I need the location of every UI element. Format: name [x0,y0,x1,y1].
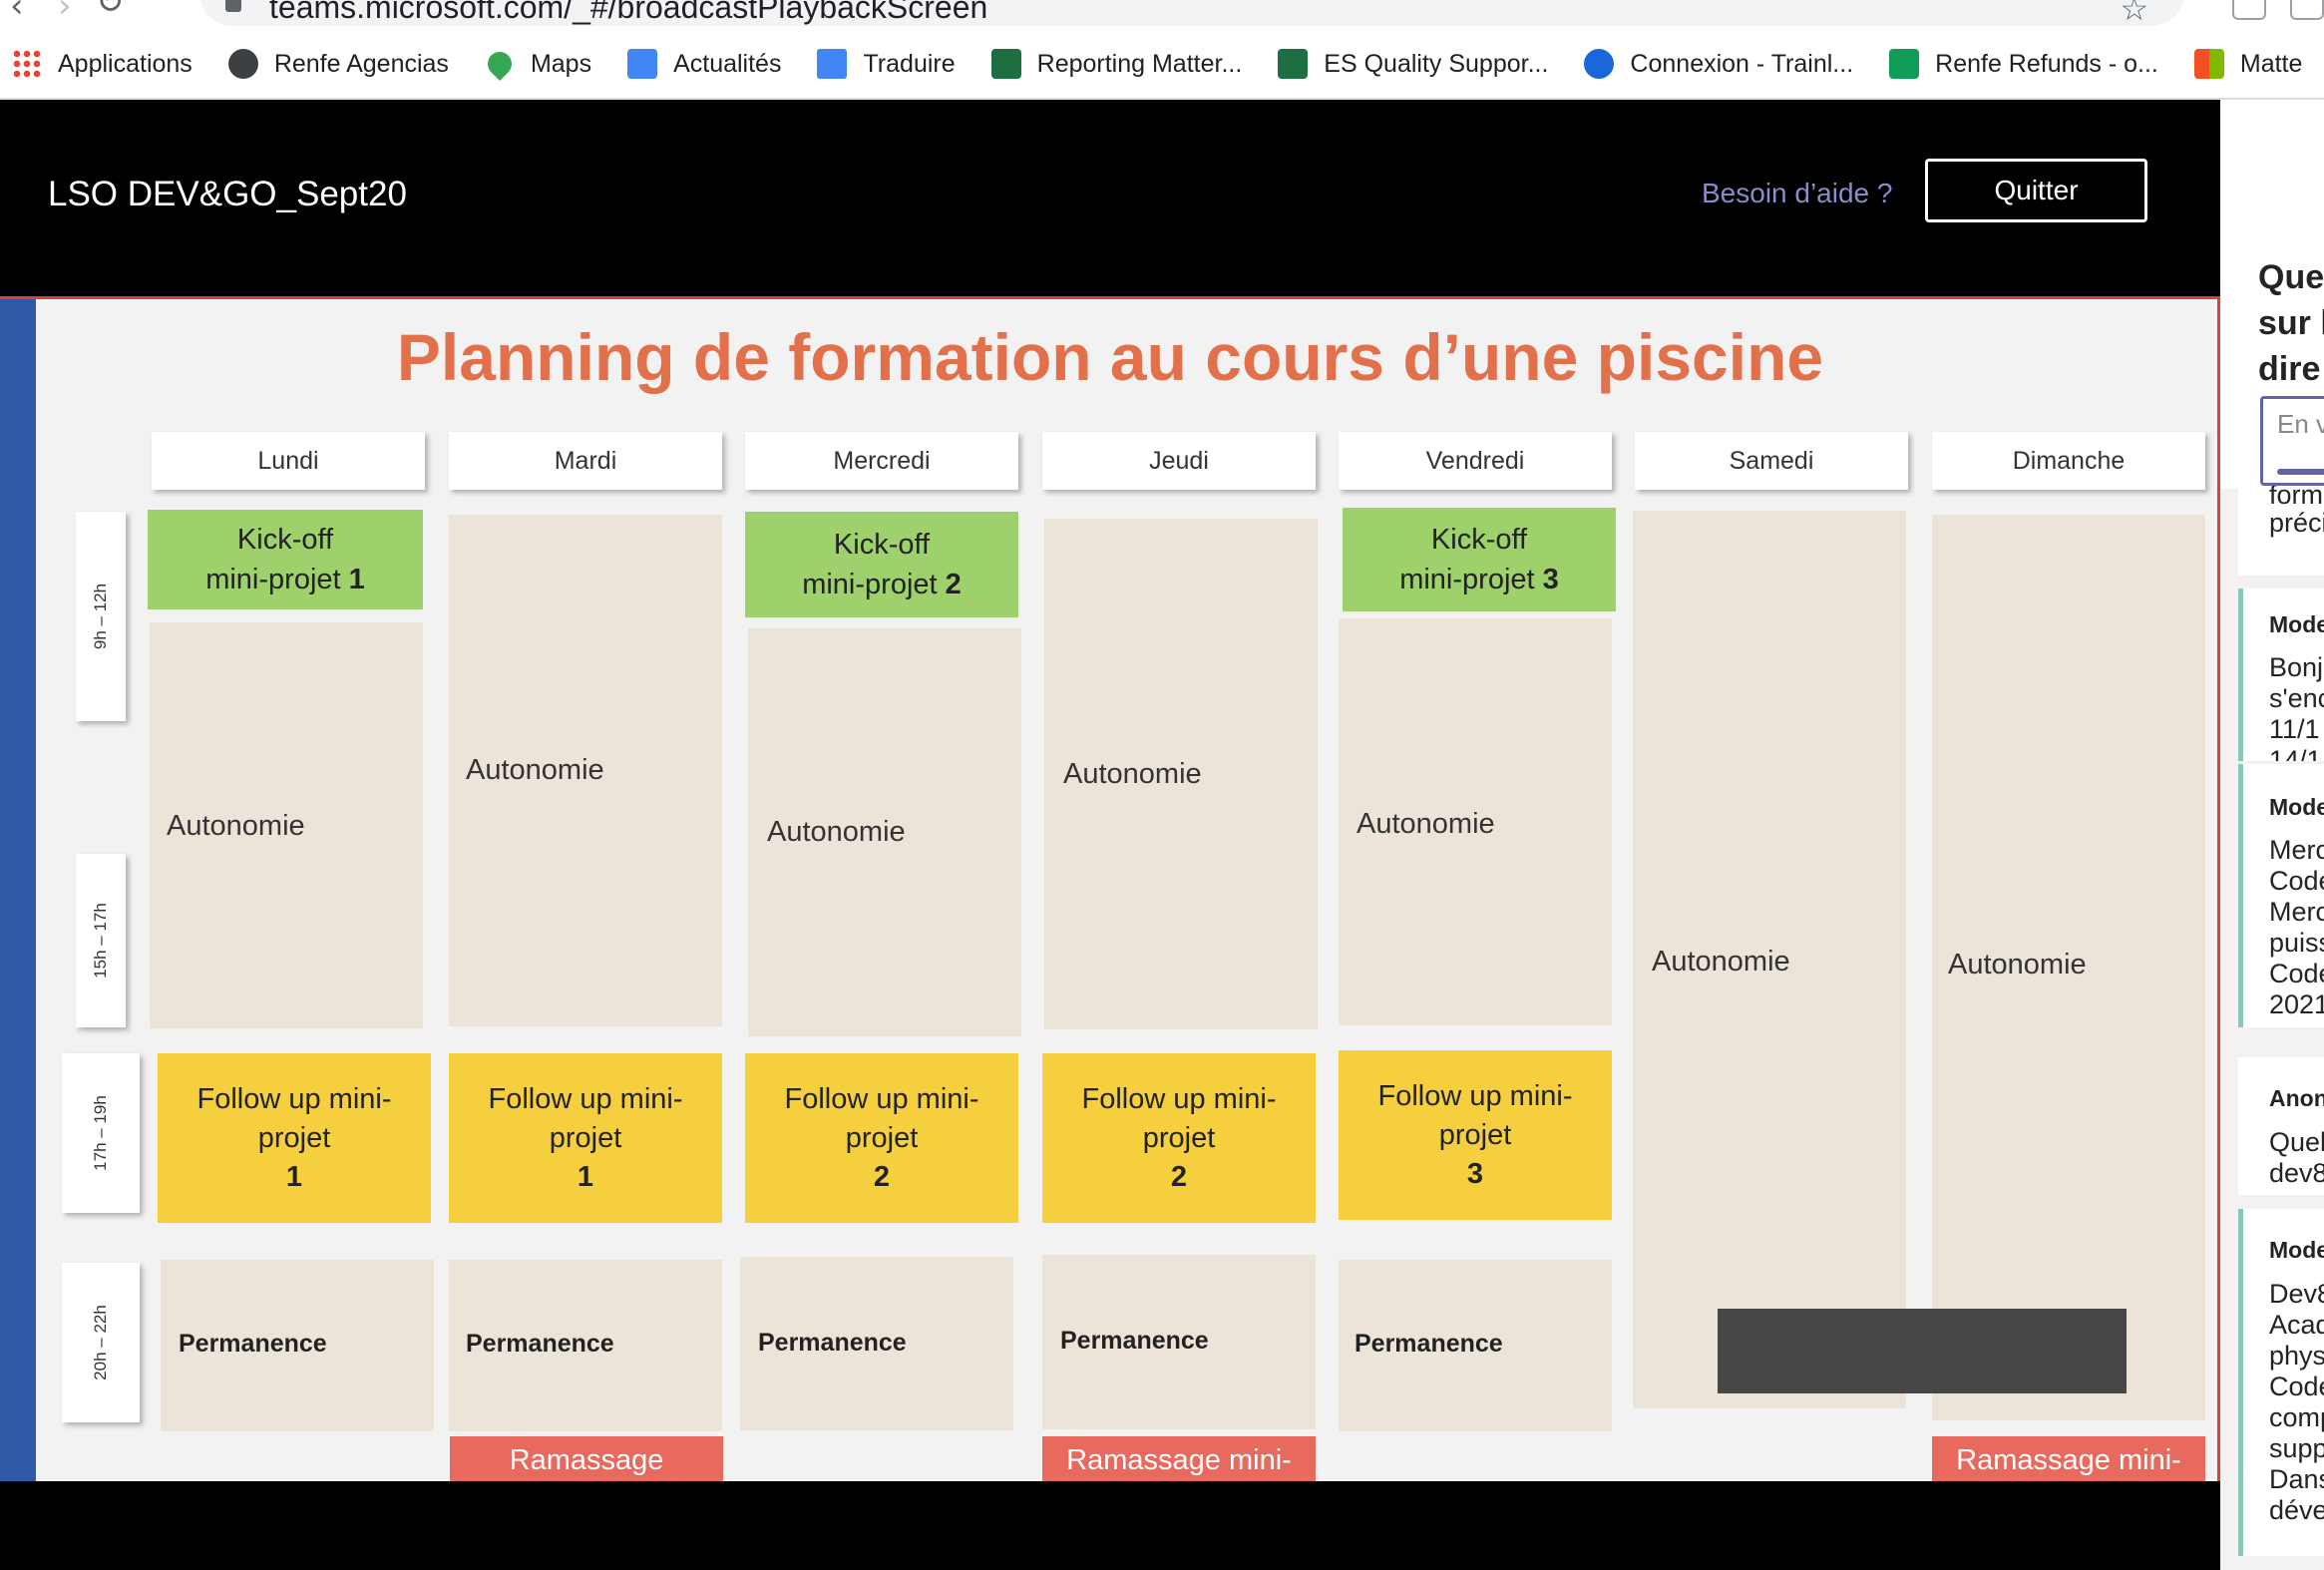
qa-card[interactable]: Mode Bonjo s'enc 11/1 14/1 [2238,589,2324,761]
permanence-block-vendredi: Permanence [1339,1260,1612,1431]
translate-icon [817,49,848,79]
presentation-slide: Planning de formation au cours d’une pis… [0,296,2220,1481]
time-label-morning: 9h – 12h [76,512,126,721]
follow-up-block-mardi: Follow up mini-projet 1 [449,1053,722,1223]
autonomie-label-mardi: Autonomie [466,754,604,786]
day-header-mardi: Mardi [449,432,722,490]
bookmark-renfe-refunds[interactable]: Renfe Refunds - o... [1889,49,2158,79]
lock-icon [225,0,241,12]
time-label-evening: 17h – 19h [62,1053,140,1213]
qa-panel: Que sur l dire En v form préci Mode Bonj… [2220,100,2324,1570]
microsoft-icon [2193,49,2224,79]
event-header: LSO DEV&GO_Sept20 Besoin d’aide ? Quitte… [0,100,2220,296]
question-input[interactable]: En v [2260,396,2324,486]
permanence-block-mercredi: Permanence [740,1257,1013,1430]
kickoff-block-1: Kick-off mini-projet 1 [148,510,423,609]
confluence-icon [1584,49,1615,79]
redacted-overlay [1718,1309,2127,1393]
ramassage-banner-mardi: Ramassage [450,1436,723,1481]
sheets-icon [1889,49,1920,79]
help-link[interactable]: Besoin d’aide ? [1702,178,1892,209]
bookmark-maps[interactable]: Maps [482,47,591,81]
qa-card[interactable]: Mode Dev8 Acad phys Code comp supp Dans … [2238,1209,2324,1556]
forward-icon[interactable]: › [58,0,72,26]
time-label-night: 20h – 22h [62,1263,140,1422]
qa-card[interactable]: form préci [2238,486,2324,576]
day-header-jeudi: Jeudi [1042,432,1316,490]
bookmark-connexion[interactable]: Connexion - Trainl... [1584,49,1853,79]
follow-up-block-jeudi: Follow up mini-projet 2 [1042,1053,1316,1223]
excel-icon [1278,49,1309,79]
bookmark-renfe-agencias[interactable]: Renfe Agencias [227,49,449,79]
autonomie-label-jeudi: Autonomie [1063,758,1202,790]
kickoff-block-2: Kick-off mini-projet 2 [745,512,1018,617]
back-icon[interactable]: ‹ [10,0,24,26]
permanence-block-jeudi: Permanence [1042,1255,1316,1429]
address-bar[interactable]: teams.microsoft.com/_#/broadcastPlayback… [199,0,2184,28]
autonomie-label-mercredi: Autonomie [767,816,906,848]
day-header-vendredi: Vendredi [1339,432,1612,490]
qa-card[interactable]: Anon Quel dev8 [2238,1057,2324,1195]
extension-icon[interactable] [2232,0,2266,20]
follow-up-block-mercredi: Follow up mini-projet 2 [745,1053,1018,1223]
event-title: LSO DEV&GO_Sept20 [48,175,407,213]
follow-up-block-vendredi: Follow up mini-projet 3 [1339,1050,1612,1220]
maps-pin-icon [482,47,517,81]
day-header-samedi: Samedi [1635,432,1908,490]
profile-icon[interactable] [2290,0,2324,20]
day-header-mercredi: Mercredi [745,432,1018,490]
qa-heading: Que sur l dire [2258,258,2324,388]
permanence-block-lundi: Permanence [161,1260,434,1431]
slide-title: Planning de formation au cours d’une pis… [396,320,1824,394]
bookmark-reporting[interactable]: Reporting Matter... [990,49,1242,79]
autonomie-label-samedi: Autonomie [1652,946,1790,978]
browser-toolbar: ‹ › ↻ teams.microsoft.com/_#/broadcastPl… [0,0,2324,30]
autonomie-label-dimanche: Autonomie [1948,949,2087,981]
ramassage-banner-jeudi: Ramassage mini- [1042,1436,1316,1481]
ramassage-banner-dimanche: Ramassage mini- [1932,1436,2205,1481]
bookmark-es-quality[interactable]: ES Quality Suppor... [1278,49,1548,79]
kickoff-block-3: Kick-off mini-projet 3 [1343,508,1616,611]
bookmark-matte[interactable]: Matte [2193,49,2302,79]
slide-accent-stripe [0,299,36,1481]
bookmark-actualites[interactable]: Actualités [627,49,781,79]
time-label-afternoon: 15h – 17h [76,854,126,1027]
bookmarks-bar: Applications Renfe Agencias Maps Actuali… [0,30,2324,100]
globe-icon [227,49,258,79]
player-bottom-bar [0,1481,2220,1570]
autonomie-label-lundi: Autonomie [167,810,305,842]
reload-icon[interactable]: ↻ [96,0,125,22]
excel-icon [990,49,1021,79]
address-url[interactable]: teams.microsoft.com/_#/broadcastPlayback… [269,0,987,23]
bookmark-applications[interactable]: Applications [12,49,193,79]
day-header-dimanche: Dimanche [1932,432,2205,490]
news-icon [627,49,658,79]
bookmark-traduire[interactable]: Traduire [817,49,956,79]
follow-up-block-lundi: Follow up mini-projet 1 [158,1053,431,1223]
autonomie-label-vendredi: Autonomie [1356,808,1495,840]
day-header-lundi: Lundi [152,432,425,490]
qa-card[interactable]: Mode Merc Code Merc puiss Code 2021 [2238,764,2324,1027]
bookmark-star-icon[interactable]: ☆ [2120,0,2148,28]
video-player[interactable]: Planning de formation au cours d’une pis… [0,296,2220,1481]
apps-grid-icon [12,49,42,79]
quit-button[interactable]: Quitter [1925,159,2147,222]
permanence-block-mardi: Permanence [449,1260,722,1431]
